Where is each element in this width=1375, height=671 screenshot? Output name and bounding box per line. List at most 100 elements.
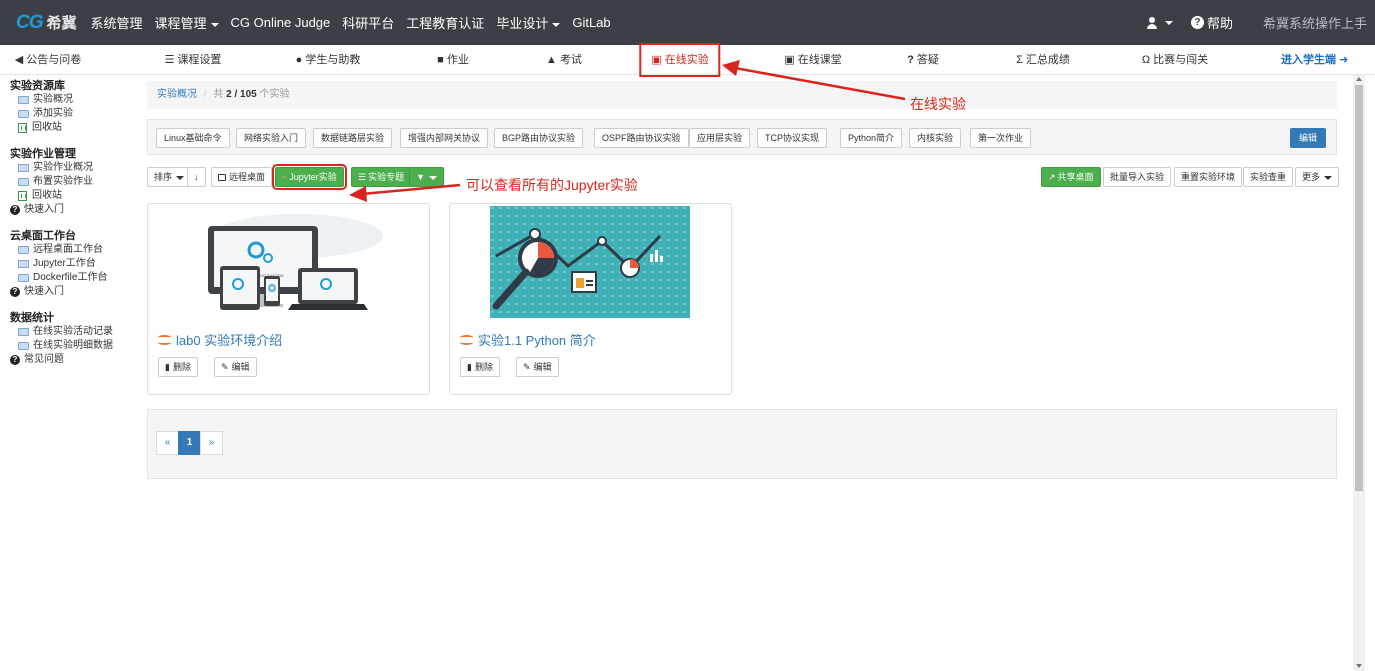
sidebar-item-jupyter-workbench[interactable]: Jupyter工作台 <box>0 257 140 271</box>
tag-app-layer[interactable]: 应用层实验 <box>689 128 751 148</box>
breadcrumb-link[interactable]: 实验概况 <box>157 89 197 100</box>
tag-igrp[interactable]: 增强内部网关协议 <box>400 128 489 148</box>
tab-online-classroom[interactable]: ▣ 在线课堂 <box>784 45 841 75</box>
edit-label: 编辑 <box>231 362 250 372</box>
nav-research-platform[interactable]: 科研平台 <box>342 13 394 32</box>
sidebar-item-label: 在线实验明细数据 <box>33 340 113 351</box>
tag-first-homework[interactable]: 第一次作业 <box>970 128 1032 148</box>
lab-card[interactable]: OPERATING SYSTEM lab0 实验环境介绍 ▮ 删除 ✎ 编辑 <box>147 203 430 395</box>
lab-card-image-devices[interactable]: OPERATING SYSTEM <box>188 206 388 318</box>
breadcrumb-prefix: 共 <box>213 89 224 100</box>
scroll-down-arrow-icon[interactable] <box>1356 664 1362 668</box>
sort-order-button[interactable]: ↓ <box>187 167 206 187</box>
sidebar-item-lab-overview[interactable]: 实验概况 <box>0 93 140 107</box>
trash-icon <box>18 191 27 201</box>
sidebar-item-activity-log[interactable]: 在线实验活动记录 <box>0 325 140 339</box>
sidebar-item-homework-overview[interactable]: 实验作业概况 <box>0 161 140 175</box>
folder-icon <box>18 342 29 350</box>
edit-lab-button[interactable]: ✎ 编辑 <box>214 357 257 377</box>
sidebar-item-recycle-bin[interactable]: 回收站 <box>0 189 140 203</box>
scroll-up-arrow-icon[interactable] <box>1356 77 1362 81</box>
delete-lab-button[interactable]: ▮ 删除 <box>460 357 500 377</box>
sidebar-item-detail-data[interactable]: 在线实验明细数据 <box>0 339 140 353</box>
user-menu[interactable] <box>1145 16 1173 30</box>
sort-label: 排序 <box>154 172 173 182</box>
sidebar-item-remote-desktop[interactable]: 远程桌面工作台 <box>0 243 140 257</box>
help-link[interactable]: ? 帮助 <box>1190 13 1233 32</box>
list-icon: ☰ <box>164 54 175 66</box>
check-duplicate-button[interactable]: 实验查重 <box>1243 167 1294 187</box>
batch-import-button[interactable]: 批量导入实验 <box>1103 167 1172 187</box>
tag-bgp[interactable]: BGP路由协议实验 <box>494 128 584 148</box>
nav-cg-online-judge[interactable]: CG Online Judge <box>231 15 331 30</box>
edit-lab-button[interactable]: ✎ 编辑 <box>516 357 559 377</box>
tab-students[interactable]: ● 学生与助教 <box>296 45 361 75</box>
lab-topic-button[interactable]: ☰ 实验专题 <box>351 167 412 187</box>
sidebar-item-quickstart[interactable]: ? 快速入门 <box>0 203 140 217</box>
sidebar-item-label: 实验作业概况 <box>33 162 93 173</box>
tab-homework[interactable]: ■ 作业 <box>437 45 469 75</box>
sidebar-item-dockerfile-workbench[interactable]: Dockerfile工作台 <box>0 271 140 285</box>
tag-kernel[interactable]: 内核实验 <box>909 128 962 148</box>
breadcrumb: 实验概况 / 共 2 / 105 个实验 <box>147 81 1337 109</box>
sidebar-item-label: 常见问题 <box>24 354 64 365</box>
sidebar-item-label: Dockerfile工作台 <box>33 272 108 283</box>
tag-network-intro[interactable]: 网络实验入门 <box>236 128 307 148</box>
tab-label: 学生与助教 <box>305 54 361 66</box>
more-dropdown[interactable]: 更多 <box>1295 167 1340 187</box>
folder-icon <box>18 164 29 172</box>
sidebar-item-assign-homework[interactable]: 布置实验作业 <box>0 175 140 189</box>
pagination-page-1[interactable]: 1 <box>178 431 201 455</box>
question-circle-icon: ? <box>1190 16 1204 29</box>
tag-linux-basics[interactable]: Linux基础命令 <box>156 128 230 148</box>
pagination-prev[interactable]: « <box>156 431 179 455</box>
annotation-jupyter-note: 可以查看所有的Jupyter实验 <box>466 177 638 193</box>
scrollbar-thumb[interactable] <box>1355 85 1363 491</box>
sidebar-item-quickstart[interactable]: ? 快速入门 <box>0 285 140 299</box>
pagination-next[interactable]: » <box>200 431 223 455</box>
tab-announcements[interactable]: ◀ 公告与问卷 <box>15 45 81 75</box>
delete-label: 删除 <box>172 362 191 372</box>
tab-label: 课程设置 <box>177 54 222 66</box>
lab-card-title[interactable]: lab0 实验环境介绍 <box>158 330 282 349</box>
sort-dropdown[interactable]: 排序 <box>147 167 192 187</box>
tag-ospf[interactable]: OSPF路由协议实验 <box>594 128 689 148</box>
nav-gitlab[interactable]: GitLab <box>572 15 610 30</box>
tab-label: 答疑 <box>916 54 939 66</box>
enter-student-view-link[interactable]: 进入学生端 ➜ <box>1281 45 1348 75</box>
tab-course-settings[interactable]: ☰ 课程设置 <box>165 45 222 75</box>
tag-datalink[interactable]: 数据链路层实验 <box>313 128 393 148</box>
lab-tag-bar: Linux基础命令 网络实验入门 数据链路层实验 增强内部网关协议 BGP路由协… <box>147 119 1337 155</box>
sidebar-item-add-lab[interactable]: 添加实验 <box>0 107 140 121</box>
tag-tcp[interactable]: TCP协议实现 <box>757 128 828 148</box>
vertical-scrollbar[interactable] <box>1353 75 1365 671</box>
reset-env-button[interactable]: 重置实验环境 <box>1174 167 1243 187</box>
tab-online-lab[interactable]: ▣ 在线实验 <box>639 43 721 77</box>
nav-graduation-project[interactable]: 毕业设计 <box>496 13 561 32</box>
lab-card[interactable]: 实验1.1 Python 简介 ▮ 删除 ✎ 编辑 <box>449 203 732 395</box>
nav-course-management[interactable]: 课程管理 <box>155 13 219 32</box>
tab-contests[interactable]: Ω 比赛与闯关 <box>1142 45 1208 75</box>
filter-dropdown[interactable]: ▼ <box>409 167 444 187</box>
remote-desktop-filter[interactable]: 远程桌面 <box>211 167 273 187</box>
handbook-link[interactable]: 希冀系统操作上手 <box>1263 13 1367 32</box>
lab-card-title[interactable]: 实验1.1 Python 简介 <box>460 330 596 349</box>
delete-lab-button[interactable]: ▮ 删除 <box>158 357 198 377</box>
jupyter-label: Jupyter实验 <box>289 172 337 182</box>
sidebar-item-faq[interactable]: ? 常见问题 <box>0 353 140 367</box>
logo[interactable]: CG 希冀 <box>16 12 77 34</box>
sidebar-item-label: 快速入门 <box>24 286 64 297</box>
tab-qa[interactable]: ? 答疑 <box>907 45 939 75</box>
share-desktop-button[interactable]: ↗ 共享桌面 <box>1041 167 1101 187</box>
chevron-down-icon <box>552 22 561 27</box>
jupyter-filter-button[interactable]: ~ Jupyter实验 <box>272 164 347 190</box>
nav-engineering-certification[interactable]: 工程教育认证 <box>406 13 484 32</box>
sidebar-item-label: 回收站 <box>32 122 62 133</box>
nav-system-management[interactable]: 系统管理 <box>91 13 143 32</box>
edit-tags-button[interactable]: 编辑 <box>1289 128 1326 148</box>
sidebar-item-recycle-bin[interactable]: 回收站 <box>0 121 140 135</box>
lab-card-image-analytics[interactable] <box>490 206 690 318</box>
tag-python[interactable]: Python简介 <box>840 128 903 148</box>
tab-grades[interactable]: Σ 汇总成绩 <box>1016 45 1070 75</box>
tab-exam[interactable]: ▲ 考试 <box>546 45 582 75</box>
